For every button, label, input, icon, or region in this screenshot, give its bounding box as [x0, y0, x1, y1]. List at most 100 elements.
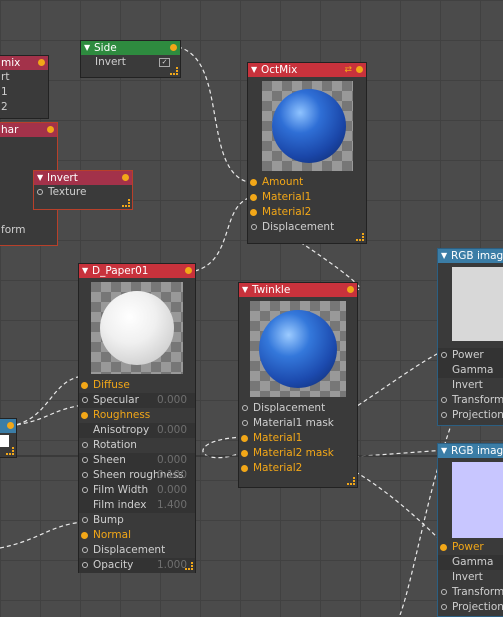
node-row[interactable]: Displacement — [239, 401, 357, 416]
output-pin[interactable] — [38, 59, 45, 66]
input-pin[interactable] — [82, 517, 88, 523]
node-row[interactable]: Invert — [438, 378, 503, 393]
input-pin[interactable] — [441, 352, 447, 358]
input-pin[interactable] — [82, 472, 88, 478]
input-pin[interactable] — [441, 604, 447, 610]
invert-node[interactable]: ▼ Invert Texture — [33, 170, 133, 210]
node-row[interactable]: Diffuse — [79, 378, 195, 393]
output-pin[interactable] — [47, 126, 54, 133]
output-pin[interactable] — [356, 66, 363, 73]
node-row[interactable]: Gamma — [438, 363, 503, 378]
node-row[interactable]: Material2 mask — [239, 446, 357, 461]
input-pin[interactable] — [441, 589, 447, 595]
d-paper01-node[interactable]: ▼ D_Paper01 Diffuse Specular 0.000 Roughn… — [78, 263, 196, 573]
twinkle-node[interactable]: ▼ Twinkle Displacement Material1 mask Ma… — [238, 282, 358, 488]
node-row[interactable]: Power — [438, 348, 503, 363]
value-field[interactable]: 1.400 — [157, 498, 187, 513]
rgb-image-node-2[interactable]: ▼ RGB image Power Gamma Invert Transform… — [437, 443, 503, 617]
output-pin[interactable] — [185, 267, 192, 274]
input-pin[interactable] — [81, 532, 88, 539]
output-pin[interactable] — [170, 44, 177, 51]
partial-node-left[interactable] — [0, 418, 17, 458]
node-row[interactable]: Material2 — [248, 205, 366, 220]
input-pin[interactable] — [241, 465, 248, 472]
value-field[interactable]: 1.000 — [157, 558, 187, 573]
node-row[interactable]: Gamma — [438, 555, 503, 570]
input-pin[interactable] — [440, 544, 447, 551]
node-row[interactable]: Amount — [248, 175, 366, 190]
node-header[interactable]: ▼ OctMix ⇄ — [248, 63, 366, 77]
input-pin[interactable] — [242, 405, 248, 411]
node-header[interactable]: har — [0, 123, 57, 137]
resize-handle-icon[interactable] — [356, 233, 364, 241]
node-row[interactable]: Projection — [438, 408, 503, 423]
color-swatch[interactable] — [0, 435, 9, 447]
input-pin[interactable] — [441, 397, 447, 403]
input-pin[interactable] — [82, 457, 88, 463]
input-pin[interactable] — [251, 224, 257, 230]
node-row[interactable]: Material1 — [248, 190, 366, 205]
side-node[interactable]: ▼ Side Invert ✓ — [80, 40, 181, 78]
node-row[interactable]: Film Width 0.000 — [79, 483, 195, 498]
resize-handle-icon[interactable] — [347, 477, 355, 485]
node-row[interactable]: Specular 0.000 — [79, 393, 195, 408]
collapse-icon[interactable]: ▼ — [242, 283, 248, 297]
node-row[interactable]: Transform — [438, 393, 503, 408]
input-pin[interactable] — [250, 194, 257, 201]
node-row[interactable]: Invert — [438, 570, 503, 585]
collapse-icon[interactable]: ▼ — [37, 171, 43, 185]
input-pin[interactable] — [250, 209, 257, 216]
value-field[interactable]: 0.100 — [157, 468, 187, 483]
value-field[interactable]: 0.000 — [157, 423, 187, 438]
value-field[interactable]: 0.000 — [157, 393, 187, 408]
node-row[interactable]: Roughness — [79, 408, 195, 423]
input-pin[interactable] — [81, 382, 88, 389]
octmix-node[interactable]: ▼ OctMix ⇄ Amount Material1 Material2 Di… — [247, 62, 367, 244]
node-row[interactable]: Film index 1.400 — [79, 498, 195, 513]
node-row[interactable]: Material2 — [239, 461, 357, 476]
mix-node-partial[interactable]: mix rt 1 2 — [0, 55, 49, 119]
input-pin[interactable] — [441, 412, 447, 418]
node-row[interactable]: Bump — [79, 513, 195, 528]
node-row[interactable]: Sheen 0.000 — [79, 453, 195, 468]
invert-checkbox[interactable]: ✓ — [159, 58, 170, 67]
input-pin[interactable] — [241, 435, 248, 442]
node-row[interactable]: Power — [438, 540, 503, 555]
node-row[interactable]: Displacement — [248, 220, 366, 235]
collapse-icon[interactable]: ▼ — [84, 41, 90, 55]
resize-handle-icon[interactable] — [122, 199, 130, 207]
input-pin[interactable] — [242, 420, 248, 426]
node-header[interactable]: ▼ D_Paper01 — [79, 264, 195, 278]
input-pin[interactable] — [241, 450, 248, 457]
node-row[interactable]: Rotation — [79, 438, 195, 453]
output-pin[interactable] — [122, 174, 129, 181]
node-header[interactable] — [0, 419, 16, 433]
node-row[interactable]: Normal — [79, 528, 195, 543]
input-pin[interactable] — [250, 179, 257, 186]
node-header[interactable]: ▼ Side — [81, 41, 180, 55]
node-row[interactable]: Texture — [34, 185, 132, 200]
input-pin[interactable] — [37, 189, 43, 195]
node-row[interactable]: Displacement — [79, 543, 195, 558]
input-pin[interactable] — [82, 547, 88, 553]
resize-handle-icon[interactable] — [185, 562, 193, 570]
node-row[interactable]: Transform — [438, 585, 503, 600]
node-row[interactable]: Material1 mask — [239, 416, 357, 431]
collapse-icon[interactable]: ▼ — [441, 249, 447, 263]
node-header[interactable]: ▼ RGB image — [438, 249, 503, 263]
input-pin[interactable] — [82, 487, 88, 493]
output-pin[interactable] — [347, 286, 354, 293]
output-pin[interactable] — [7, 422, 14, 429]
resize-handle-icon[interactable] — [170, 67, 178, 75]
node-row[interactable]: Projection — [438, 600, 503, 615]
node-row[interactable]: Material1 — [239, 431, 357, 446]
input-pin[interactable] — [81, 412, 88, 419]
input-pin[interactable] — [82, 397, 88, 403]
input-pin[interactable] — [82, 442, 88, 448]
node-header[interactable]: ▼ Twinkle — [239, 283, 357, 297]
node-row[interactable]: Sheen roughness 0.100 — [79, 468, 195, 483]
value-field[interactable]: 0.000 — [157, 453, 187, 468]
collapse-icon[interactable]: ▼ — [82, 264, 88, 278]
node-header[interactable]: mix — [0, 56, 48, 70]
node-header[interactable]: ▼ Invert — [34, 171, 132, 185]
